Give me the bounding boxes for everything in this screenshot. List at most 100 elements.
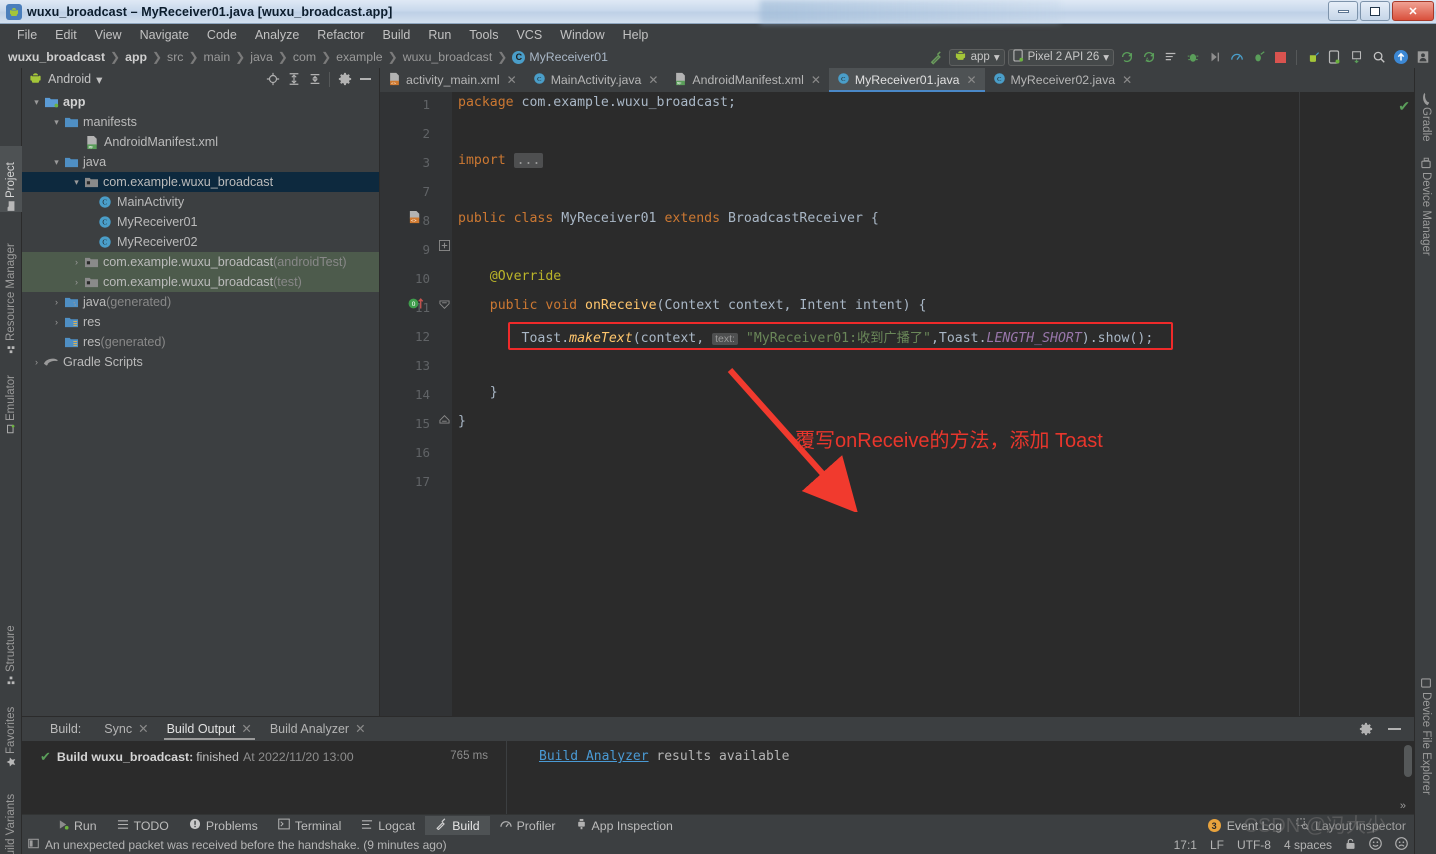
- build-analyzer-link[interactable]: Build Analyzer: [539, 749, 649, 764]
- tree-node-package-main[interactable]: ▾ com.example.wuxu_broadcast: [22, 172, 379, 192]
- restore-button[interactable]: [1360, 1, 1390, 21]
- breadcrumb-item-com[interactable]: com: [293, 50, 316, 64]
- breadcrumb-item-project[interactable]: wuxu_broadcast: [8, 50, 105, 64]
- breadcrumb-item-java[interactable]: java: [250, 50, 273, 64]
- avd-manager-icon[interactable]: A: [1139, 48, 1158, 67]
- menu-file[interactable]: File: [8, 26, 46, 44]
- close-icon[interactable]: ✕: [355, 721, 365, 736]
- build-output-console[interactable]: Build Analyzer results available »: [507, 741, 1414, 814]
- tree-node-app[interactable]: ▾ app: [22, 92, 379, 112]
- breadcrumb-item-class[interactable]: MyReceiver01: [529, 50, 608, 64]
- tab-android-manifest-xml[interactable]: MF AndroidManifest.xml ✕: [666, 68, 828, 92]
- tree-node-java-generated[interactable]: › java (generated): [22, 292, 379, 312]
- hammer-icon[interactable]: [927, 48, 946, 67]
- status-bar-right[interactable]: 17:1 LF UTF-8 4 spaces: [1174, 837, 1408, 853]
- status-tool-todo[interactable]: TODO: [107, 817, 179, 835]
- menu-build[interactable]: Build: [374, 26, 420, 44]
- status-tool-problems[interactable]: Problems: [179, 816, 268, 835]
- menu-refactor[interactable]: Refactor: [308, 26, 373, 44]
- chevron-down-icon[interactable]: ▾: [96, 72, 102, 87]
- run-configuration-selector[interactable]: app ▾: [948, 48, 1005, 66]
- sync-gradle-icon[interactable]: [1117, 48, 1136, 67]
- sidebar-item-device-file-explorer[interactable]: Device File Explorer: [1415, 678, 1436, 838]
- window-controls[interactable]: ✕: [1328, 1, 1434, 21]
- sidebar-item-emulator[interactable]: Emulator: [0, 363, 22, 435]
- device-selector[interactable]: Pixel 2 API 26 ▾: [1007, 48, 1114, 66]
- hide-panel-icon[interactable]: [1385, 720, 1404, 739]
- editor-gutter[interactable]: 1 2 3 7 8 9 10 11 12 13 14 15 16 17 <> O: [380, 92, 438, 716]
- close-icon[interactable]: ✕: [648, 73, 658, 87]
- project-tree[interactable]: ▾ app ▾ manifests MF AndroidManifest.xml…: [22, 90, 379, 716]
- notification-icon[interactable]: [28, 838, 39, 852]
- tree-node-package-android-test[interactable]: › com.example.wuxu_broadcast (androidTes…: [22, 252, 379, 272]
- layout-inspector-icon[interactable]: [1347, 48, 1366, 67]
- device-manager-icon[interactable]: [1325, 48, 1344, 67]
- menu-help[interactable]: Help: [614, 26, 658, 44]
- stop-icon[interactable]: [1271, 48, 1290, 67]
- tab-main-activity-java[interactable]: C MainActivity.java ✕: [525, 68, 667, 92]
- close-icon[interactable]: ✕: [966, 73, 976, 87]
- left-tool-rail[interactable]: Project Resource Manager Emulator Struct…: [0, 68, 22, 854]
- status-right-group[interactable]: 3 Event Log Layout Inspector: [1207, 818, 1414, 833]
- status-tool-app-inspection[interactable]: App Inspection: [566, 816, 683, 835]
- breadcrumb-item-app[interactable]: app: [125, 50, 147, 64]
- build-tab-build-analyzer[interactable]: Build Analyzer ✕: [261, 718, 375, 740]
- tab-activity-main-xml[interactable]: <> activity_main.xml ✕: [380, 68, 525, 92]
- sidebar-item-resource-manager[interactable]: Resource Manager: [0, 223, 22, 355]
- build-output-tree[interactable]: ✔ Build wuxu_broadcast: finished At 2022…: [22, 741, 507, 814]
- sdk-manager-icon[interactable]: [1303, 48, 1322, 67]
- sidebar-item-project[interactable]: Project: [0, 146, 22, 212]
- status-tool-build[interactable]: Build: [425, 816, 490, 835]
- chevron-down-icon[interactable]: ▾: [50, 157, 63, 168]
- close-button[interactable]: ✕: [1392, 1, 1434, 21]
- breadcrumb-item-src[interactable]: src: [167, 50, 183, 64]
- chevron-down-icon[interactable]: ▾: [50, 117, 63, 128]
- tree-node-gradle-scripts[interactable]: › Gradle Scripts: [22, 352, 379, 372]
- happy-face-icon[interactable]: [1369, 837, 1382, 853]
- build-panel-actions[interactable]: [1356, 720, 1414, 739]
- tree-node-main-activity[interactable]: C MainActivity: [22, 192, 379, 212]
- code-editor[interactable]: 1 2 3 7 8 9 10 11 12 13 14 15 16 17 <> O…: [380, 92, 1414, 716]
- breadcrumb-item-main[interactable]: main: [204, 50, 231, 64]
- code-line-3[interactable]: import ...: [458, 153, 544, 168]
- status-tool-run[interactable]: Run: [48, 817, 107, 835]
- search-everywhere-icon[interactable]: [1369, 48, 1388, 67]
- sidebar-item-device-manager[interactable]: Device Manager: [1415, 158, 1436, 280]
- account-icon[interactable]: [1413, 48, 1432, 67]
- indent-setting[interactable]: 4 spaces: [1284, 838, 1332, 852]
- green-check-icon[interactable]: ✔: [1398, 98, 1410, 115]
- settings-gear-icon[interactable]: [335, 70, 354, 89]
- breadcrumb-item-example[interactable]: example: [336, 50, 382, 64]
- status-tool-event-log[interactable]: 3 Event Log: [1207, 819, 1282, 833]
- close-icon[interactable]: ✕: [507, 73, 517, 87]
- sad-face-icon[interactable]: [1395, 837, 1408, 853]
- tree-node-android-manifest[interactable]: MF AndroidManifest.xml: [22, 132, 379, 152]
- close-icon[interactable]: ✕: [811, 73, 821, 87]
- tab-my-receiver-01-java[interactable]: C MyReceiver01.java ✕: [828, 68, 985, 92]
- chevron-right-icon[interactable]: ›: [70, 277, 83, 287]
- run-step-icon[interactable]: [1205, 48, 1224, 67]
- tab-my-receiver-02-java[interactable]: C MyReceiver02.java ✕: [985, 68, 1141, 92]
- close-icon[interactable]: ✕: [1122, 73, 1132, 87]
- code-text[interactable]: package com.example.wuxu_broadcast; impo…: [452, 92, 1402, 716]
- settings-gear-icon[interactable]: [1356, 720, 1375, 739]
- status-tool-profiler[interactable]: Profiler: [490, 816, 566, 835]
- file-encoding[interactable]: UTF-8: [1237, 838, 1271, 852]
- menu-code[interactable]: Code: [198, 26, 246, 44]
- menu-analyze[interactable]: Analyze: [246, 26, 308, 44]
- lock-icon[interactable]: [1345, 838, 1356, 853]
- status-tool-bar[interactable]: Run TODO Problems Terminal Logcat Build …: [22, 814, 1414, 836]
- fold-collapse-method-icon[interactable]: [439, 300, 450, 315]
- sidebar-item-structure[interactable]: Structure: [0, 608, 22, 686]
- tree-node-res[interactable]: › res: [22, 312, 379, 332]
- tree-node-my-receiver-01[interactable]: C MyReceiver01: [22, 212, 379, 232]
- update-icon[interactable]: [1391, 48, 1410, 67]
- menu-run[interactable]: Run: [419, 26, 460, 44]
- tree-node-my-receiver-02[interactable]: C MyReceiver02: [22, 232, 379, 252]
- sidebar-item-favorites[interactable]: Favorites: [0, 696, 22, 768]
- editor-scrollbar[interactable]: ✔: [1398, 92, 1414, 716]
- chevron-down-icon[interactable]: ▾: [70, 177, 83, 188]
- right-tool-rail[interactable]: Gradle Device Manager Device File Explor…: [1414, 68, 1436, 854]
- chevron-right-icon[interactable]: ›: [30, 357, 43, 367]
- status-tool-terminal[interactable]: Terminal: [268, 816, 351, 835]
